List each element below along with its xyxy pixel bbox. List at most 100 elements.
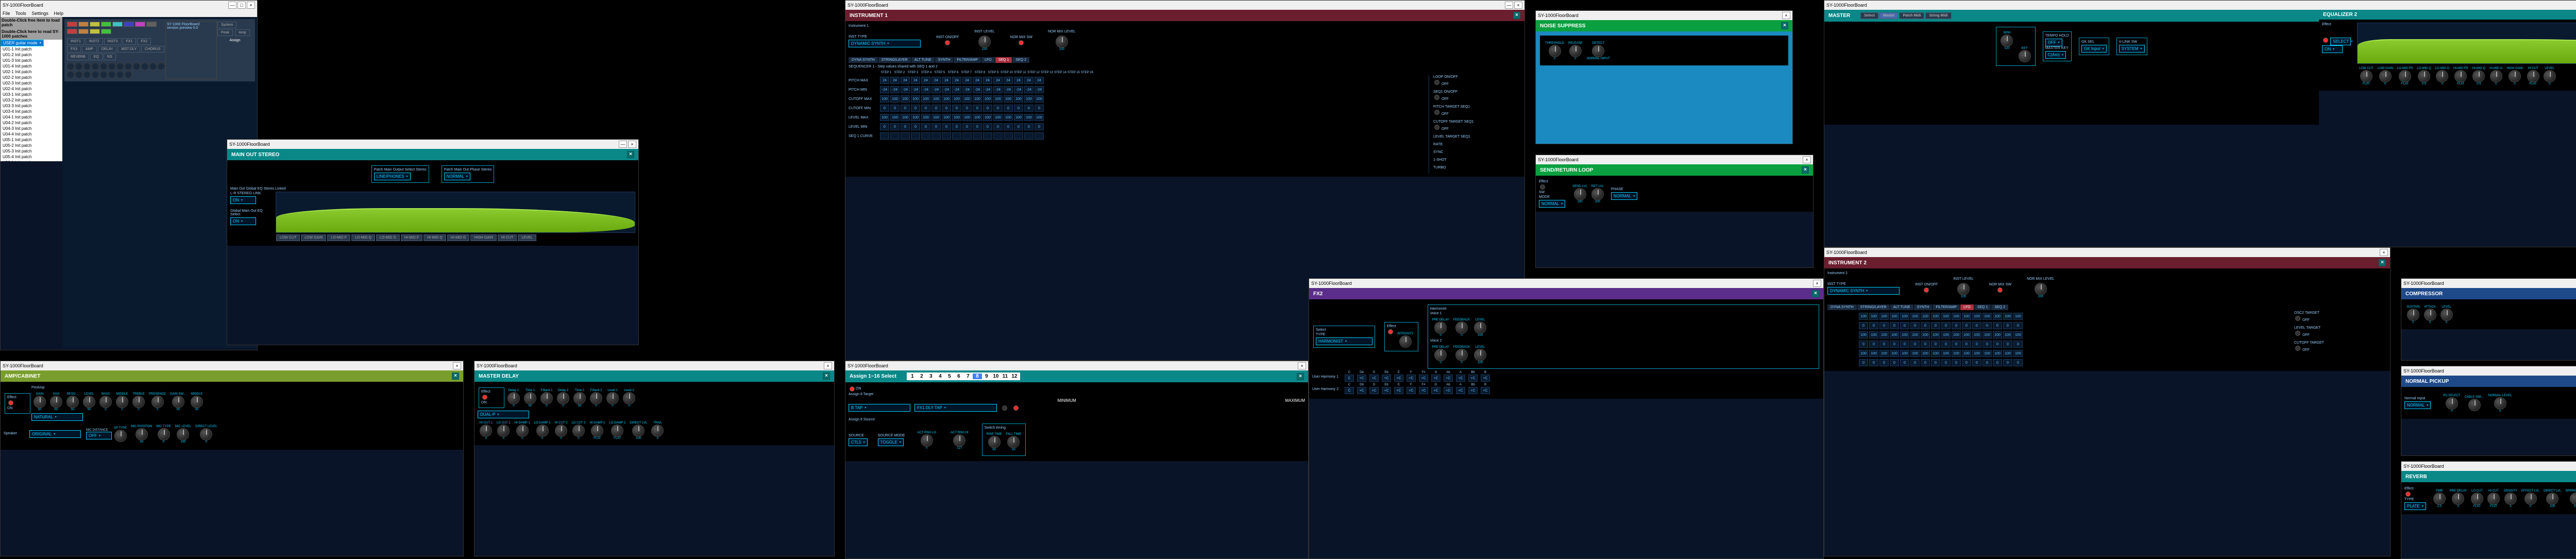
seq-step[interactable] bbox=[100, 63, 107, 70]
inst-switch-led[interactable] bbox=[1997, 287, 2003, 293]
seq-cell[interactable]: 100 bbox=[1972, 313, 1981, 320]
eq-tab[interactable]: LOW CUT bbox=[276, 234, 300, 241]
seq-cell[interactable]: 0 bbox=[1879, 359, 1889, 366]
patch-item[interactable]: U02-3 Init patch bbox=[1, 80, 62, 86]
seq-cell[interactable]: 100 bbox=[1890, 331, 1899, 338]
patch-item[interactable]: U03-2 Init patch bbox=[1, 97, 62, 103]
patch-item[interactable]: U02-1 Init patch bbox=[1, 69, 62, 75]
seq-cell[interactable]: 24 bbox=[931, 77, 941, 84]
fx2-led[interactable] bbox=[1388, 329, 1393, 334]
seq-cell[interactable]: 0 bbox=[1952, 322, 1961, 329]
seq-cell[interactable]: 0 bbox=[911, 123, 920, 130]
knob-threshold[interactable] bbox=[1549, 45, 1561, 57]
seq-cell[interactable]: 100 bbox=[1952, 331, 1961, 338]
assign-source-select[interactable]: CTL5 bbox=[849, 438, 868, 446]
seq-cell[interactable]: 0 bbox=[2013, 359, 2023, 366]
seq-cell[interactable]: 0 bbox=[1962, 322, 1971, 329]
patch-list[interactable]: Double-Click free item to load patch Dou… bbox=[1, 17, 62, 161]
seq-cell[interactable]: 24 bbox=[962, 77, 972, 84]
knob-effectlvl[interactable] bbox=[2524, 493, 2537, 505]
seq-cell[interactable]: 100 bbox=[2003, 331, 2012, 338]
speaker-type-select[interactable]: ORIGINAL bbox=[29, 430, 81, 438]
side-led[interactable] bbox=[2295, 316, 2300, 321]
master-tab-patchmidi[interactable]: Patch Midi bbox=[1899, 12, 1924, 19]
seq-cell[interactable]: 0 bbox=[1993, 322, 2002, 329]
seq-cell[interactable] bbox=[1014, 132, 1023, 140]
gk-select[interactable]: GK Input bbox=[2081, 45, 2107, 53]
color-button[interactable] bbox=[101, 22, 111, 27]
close-button[interactable]: × bbox=[1298, 362, 1306, 369]
patch-item[interactable]: U05-2 Init patch bbox=[1, 143, 62, 148]
fx2-type-select[interactable]: HARMONIST bbox=[1316, 337, 1372, 345]
seq-cell[interactable]: 0 bbox=[942, 123, 951, 130]
close-button[interactable]: × bbox=[2380, 249, 2388, 256]
harmony-cell[interactable]: +C bbox=[1369, 375, 1379, 382]
eq-tab[interactable]: LO-MID Q bbox=[351, 234, 375, 241]
sendret-led[interactable] bbox=[1540, 184, 1545, 190]
seq-cell[interactable]: -24 bbox=[901, 86, 910, 93]
act-hi-knob[interactable] bbox=[953, 434, 965, 447]
knob-delay2[interactable] bbox=[557, 392, 569, 404]
knob-delay1[interactable] bbox=[507, 392, 520, 404]
seq-cell[interactable]: 0 bbox=[1859, 322, 1868, 329]
seq-step[interactable] bbox=[158, 63, 165, 70]
knob-bass[interactable] bbox=[99, 396, 112, 408]
seq-cell[interactable]: 100 bbox=[1879, 313, 1889, 320]
knob-hidamp2[interactable] bbox=[591, 425, 603, 437]
seq-cell[interactable]: 0 bbox=[1910, 341, 1920, 348]
close-button[interactable]: × bbox=[824, 362, 832, 369]
seq-cell[interactable]: 0 bbox=[962, 105, 972, 112]
seq-cell[interactable]: 0 bbox=[1993, 359, 2002, 366]
seq-cell[interactable]: 24 bbox=[1014, 77, 1023, 84]
seq-cell[interactable]: -24 bbox=[973, 86, 982, 93]
seq-cell[interactable]: 100 bbox=[901, 114, 910, 121]
inst-switch-led[interactable] bbox=[1019, 40, 1024, 45]
seq-cell[interactable]: 100 bbox=[880, 114, 889, 121]
seq-cell[interactable]: 0 bbox=[1859, 359, 1868, 366]
chain-tab[interactable]: FILTER/AMP bbox=[954, 57, 981, 63]
side-led[interactable] bbox=[1434, 95, 1439, 100]
color-button[interactable] bbox=[124, 22, 134, 27]
patchlist-mode[interactable]: USER guitar mode bbox=[1, 40, 44, 46]
seq-cell[interactable]: 0 bbox=[1900, 359, 1909, 366]
seq-cell[interactable]: 100 bbox=[1900, 313, 1909, 320]
seq-cell[interactable]: 100 bbox=[962, 114, 972, 121]
master-tab-stringmidi[interactable]: String Midi bbox=[1925, 12, 1951, 19]
toolbar-label[interactable]: FX3 bbox=[67, 46, 81, 53]
knob-hidamp1[interactable] bbox=[516, 425, 529, 437]
seq-cell[interactable]: 0 bbox=[942, 105, 951, 112]
seq-cell[interactable]: 100 bbox=[1982, 350, 1992, 357]
seq-cell[interactable]: 100 bbox=[1921, 331, 1930, 338]
seq-cell[interactable]: 0 bbox=[1921, 341, 1930, 348]
bpm-knob[interactable] bbox=[2001, 35, 2013, 47]
seq-cell[interactable]: 24 bbox=[1004, 77, 1013, 84]
patch-item[interactable]: U01-2 Init patch bbox=[1, 52, 62, 58]
seq-step[interactable] bbox=[92, 71, 99, 78]
eq-tab[interactable]: LEVEL bbox=[518, 234, 536, 241]
knob-attack[interactable] bbox=[2424, 309, 2436, 321]
knob-time1[interactable] bbox=[524, 392, 536, 404]
seq-cell[interactable]: 100 bbox=[1993, 350, 2002, 357]
knob-presence[interactable] bbox=[151, 396, 164, 408]
knob-sustain[interactable] bbox=[2407, 309, 2419, 321]
seq-cell[interactable]: 0 bbox=[973, 105, 982, 112]
seq-cell[interactable] bbox=[880, 132, 889, 140]
knob-himidg[interactable] bbox=[2490, 70, 2502, 82]
harmony-cell[interactable]: +C bbox=[1481, 387, 1490, 394]
seq-cell[interactable]: 0 bbox=[1921, 359, 1930, 366]
inst-switch-led[interactable] bbox=[945, 40, 950, 45]
chain-tab[interactable]: SEQ 1 bbox=[995, 57, 1012, 63]
seq-cell[interactable]: 100 bbox=[1004, 95, 1013, 103]
seq-cell[interactable]: 100 bbox=[1879, 350, 1889, 357]
seq-cell[interactable]: 100 bbox=[983, 95, 992, 103]
seq-cell[interactable]: 0 bbox=[2003, 341, 2012, 348]
toolbar-label[interactable]: REVERB bbox=[67, 54, 89, 60]
knob-locut1[interactable] bbox=[497, 425, 510, 437]
seq-cell[interactable]: 100 bbox=[2003, 350, 2012, 357]
seq-cell[interactable]: 24 bbox=[942, 77, 951, 84]
seq-cell[interactable]: 0 bbox=[962, 123, 972, 130]
seq-cell[interactable]: 0 bbox=[1972, 341, 1981, 348]
seq-cell[interactable]: 0 bbox=[890, 105, 900, 112]
knob-hicut2[interactable] bbox=[555, 425, 567, 437]
patch-item[interactable]: U04-4 Init patch bbox=[1, 131, 62, 137]
